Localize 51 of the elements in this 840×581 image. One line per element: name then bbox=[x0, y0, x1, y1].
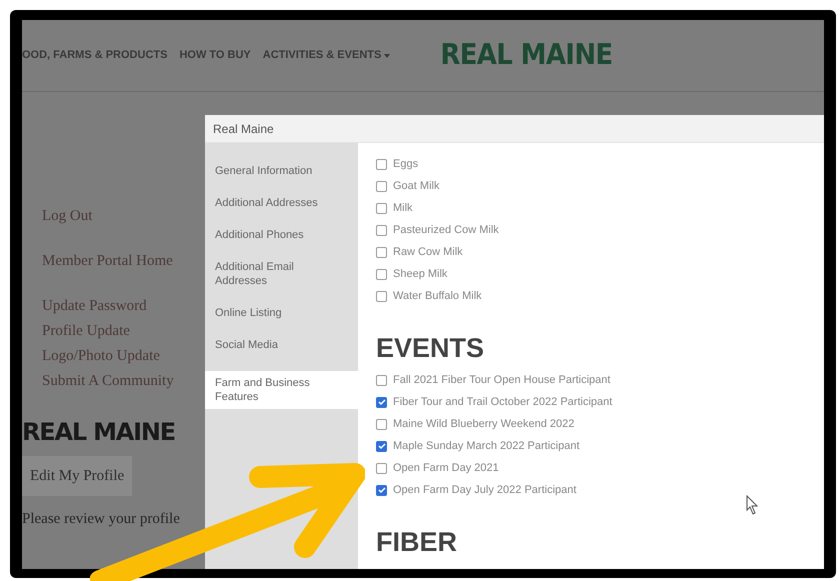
modal-tab[interactable]: Additional Addresses bbox=[205, 191, 358, 215]
checkbox-label: Eggs bbox=[393, 156, 418, 172]
modal-tab[interactable]: Farm and Business Features bbox=[205, 371, 358, 409]
checkbox[interactable] bbox=[376, 180, 387, 192]
profile-note: Please review your profile bbox=[22, 510, 181, 529]
checkbox[interactable] bbox=[376, 440, 387, 452]
checkbox[interactable] bbox=[376, 462, 387, 474]
sidebar-link[interactable]: Logo/Photo Update bbox=[42, 344, 160, 369]
checkbox-label: Raw Cow Milk bbox=[393, 244, 463, 260]
checkbox[interactable] bbox=[376, 290, 387, 302]
modal-tab[interactable]: Additional Email Addresses bbox=[205, 255, 358, 293]
caret-icon bbox=[384, 54, 390, 58]
checkbox[interactable] bbox=[376, 224, 387, 236]
checkbox[interactable] bbox=[376, 374, 387, 386]
sidebar-link[interactable]: Submit A Community bbox=[42, 369, 174, 394]
checkbox[interactable] bbox=[376, 396, 387, 408]
checkbox-label: Sheep Milk bbox=[393, 266, 448, 282]
checkbox-label: Fall 2021 Fiber Tour Open House Participant bbox=[393, 372, 610, 388]
checkbox-label: Goat Milk bbox=[393, 178, 440, 194]
checkbox[interactable] bbox=[376, 158, 387, 170]
sidebar-link[interactable]: Profile Update bbox=[42, 319, 130, 344]
checkbox[interactable] bbox=[376, 418, 387, 430]
nav-link[interactable]: ACTIVITIES & EVENTS bbox=[262, 47, 382, 64]
modal-title: Real Maine bbox=[205, 115, 824, 143]
modal-tab[interactable]: Additional Phones bbox=[205, 223, 358, 247]
checkbox-label: Fiber Tour and Trail October 2022 Participant bbox=[393, 394, 612, 410]
edit-profile-button[interactable]: Edit My Profile bbox=[22, 456, 132, 496]
checkbox-label: Milk bbox=[393, 200, 413, 216]
modal-tab[interactable]: General Information bbox=[205, 159, 358, 183]
section-heading: FIBER bbox=[376, 527, 458, 557]
logo[interactable]: REAL MAINE bbox=[440, 34, 613, 77]
checkbox[interactable] bbox=[376, 484, 387, 496]
modal-tab[interactable]: Online Listing bbox=[205, 301, 358, 325]
checkbox-label: Pasteurized Cow Milk bbox=[393, 222, 499, 238]
checkbox[interactable] bbox=[376, 202, 387, 214]
section-heading: EVENTS bbox=[376, 333, 486, 363]
checkbox-label: Water Buffalo Milk bbox=[393, 288, 482, 304]
sidebar-link[interactable]: Log Out bbox=[42, 204, 92, 229]
sidebar-link[interactable]: Member Portal Home bbox=[42, 249, 173, 274]
pointer-cursor-icon bbox=[745, 495, 759, 515]
checkbox-label: Maine Wild Blueberry Weekend 2022 bbox=[393, 416, 574, 432]
brand-title: REAL MAINE bbox=[22, 417, 176, 448]
nav-link[interactable]: HOW TO BUY bbox=[179, 47, 251, 64]
checkbox[interactable] bbox=[376, 268, 387, 280]
checkbox-label: Maple Sunday March 2022 Participant bbox=[393, 438, 580, 454]
checkbox-label: Open Farm Day July 2022 Participant bbox=[393, 482, 576, 498]
checkbox-label: Open Farm Day 2021 bbox=[393, 460, 499, 476]
checkbox[interactable] bbox=[376, 246, 387, 258]
modal-tab[interactable]: Social Media bbox=[205, 333, 358, 357]
sidebar-link[interactable]: Update Password bbox=[42, 294, 147, 319]
nav-link[interactable]: OOD, FARMS & PRODUCTS bbox=[22, 47, 168, 64]
